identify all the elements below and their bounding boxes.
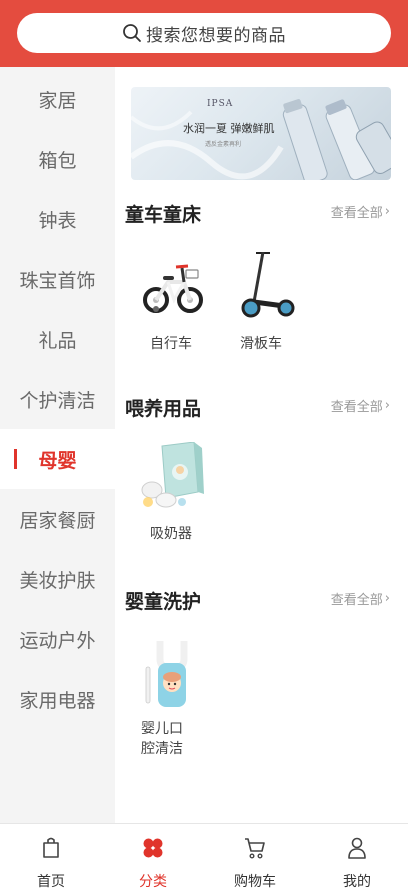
section-title-strollers: 童车童床: [125, 204, 202, 226]
product-scooter[interactable]: 滑板车: [216, 250, 306, 354]
tab-label: 首页: [37, 874, 65, 890]
product-name: 吸奶器: [150, 526, 192, 542]
sidebar-item-label: 家用电器: [19, 689, 96, 712]
search-bar[interactable]: 搜索您想要的商品: [17, 13, 391, 53]
product-name: 自行车: [150, 336, 192, 352]
chevron-right-icon: ›: [384, 591, 390, 606]
home-icon: [43, 837, 59, 858]
sidebar-item-watches[interactable]: 钟表: [0, 189, 115, 249]
view-all-feeding[interactable]: 查看全部 ›: [331, 396, 390, 415]
sidebar-item-label: 居家餐厨: [19, 509, 96, 532]
sidebar-item-label: 个护清洁: [19, 389, 96, 412]
section-title-feeding: 喂养用品: [125, 398, 202, 420]
product-oral-cleaning[interactable]: 婴儿口腔清洁: [126, 637, 216, 759]
chevron-right-icon: ›: [384, 204, 390, 219]
chevron-right-icon: ›: [384, 398, 390, 413]
search-placeholder: 搜索您想要的商品: [146, 25, 286, 46]
sidebar-item-baby[interactable]: 母婴: [0, 429, 115, 489]
cart-icon: [245, 838, 265, 859]
product-name: 婴儿口腔清洁: [141, 721, 183, 757]
category-content: IPSA 水润一夏 弹嫩鲜肌 透反金素再利 童车童床 查看全部 › 自行车 滑板…: [115, 67, 408, 823]
sidebar-item-label: 家居: [38, 89, 77, 112]
view-all-label: 查看全部: [330, 206, 383, 221]
banner-logo: IPSA: [207, 99, 234, 109]
user-icon: [348, 837, 366, 859]
banner-subtext: 透反金素再利: [205, 141, 242, 148]
product-name: 滑板车: [240, 336, 282, 352]
promo-banner[interactable]: IPSA 水润一夏 弹嫩鲜肌 透反金素再利: [131, 87, 391, 180]
sidebar-item-label: 礼品: [38, 329, 77, 352]
tab-category[interactable]: 分类: [102, 824, 204, 890]
sidebar-item-bags[interactable]: 箱包: [0, 129, 115, 189]
header: 搜索您想要的商品: [0, 0, 408, 67]
tab-mine[interactable]: 我的: [306, 824, 408, 890]
category-icon: [143, 838, 163, 858]
tab-home[interactable]: 首页: [0, 824, 102, 890]
sidebar-item-kitchen[interactable]: 居家餐厨: [0, 489, 115, 549]
view-all-label: 查看全部: [330, 400, 383, 415]
sidebar-item-label: 母婴: [38, 449, 77, 472]
sidebar-item-label: 美妆护肤: [19, 569, 96, 592]
sidebar-item-jewelry[interactable]: 珠宝首饰: [0, 249, 115, 309]
view-all-strollers[interactable]: 查看全部 ›: [331, 202, 390, 221]
sidebar-item-personal-care[interactable]: 个护清洁: [0, 369, 115, 429]
product-bicycle[interactable]: 自行车: [126, 252, 216, 354]
view-all-baby-care[interactable]: 查看全部 ›: [331, 589, 390, 608]
sidebar-item-gifts[interactable]: 礼品: [0, 309, 115, 369]
banner-slogan: 水润一夏 弹嫩鲜肌: [183, 122, 275, 135]
tab-label: 购物车: [234, 874, 276, 890]
sidebar-item-label: 珠宝首饰: [19, 269, 96, 292]
sidebar-item-sports[interactable]: 运动户外: [0, 609, 115, 669]
tab-label: 分类: [139, 874, 167, 890]
search-icon: [123, 24, 141, 42]
sidebar-item-label: 箱包: [38, 149, 77, 172]
sidebar-item-label: 运动户外: [19, 629, 96, 652]
section-title-baby-care: 婴童洗护: [125, 591, 202, 613]
sidebar-item-home[interactable]: 家居: [0, 69, 115, 129]
sidebar-item-beauty[interactable]: 美妆护肤: [0, 549, 115, 609]
sidebar-item-label: 钟表: [38, 209, 77, 232]
bottom-tab-bar: 首页 分类 购物车 我的: [0, 823, 408, 890]
sidebar-item-appliances[interactable]: 家用电器: [0, 669, 115, 729]
tab-cart[interactable]: 购物车: [204, 824, 306, 890]
scooter-icon: [241, 250, 295, 318]
tab-label: 我的: [343, 874, 371, 890]
view-all-label: 查看全部: [330, 593, 383, 608]
category-sidebar: 家居 箱包 钟表 珠宝首饰 礼品 个护清洁 母婴 居家餐厨 美妆护肤 运动户外 …: [0, 67, 115, 823]
toothbrush-icon: [145, 641, 188, 707]
breast-pump-icon: [141, 441, 204, 508]
bicycle-icon: [143, 264, 203, 313]
product-breast-pump[interactable]: 吸奶器: [126, 441, 216, 544]
